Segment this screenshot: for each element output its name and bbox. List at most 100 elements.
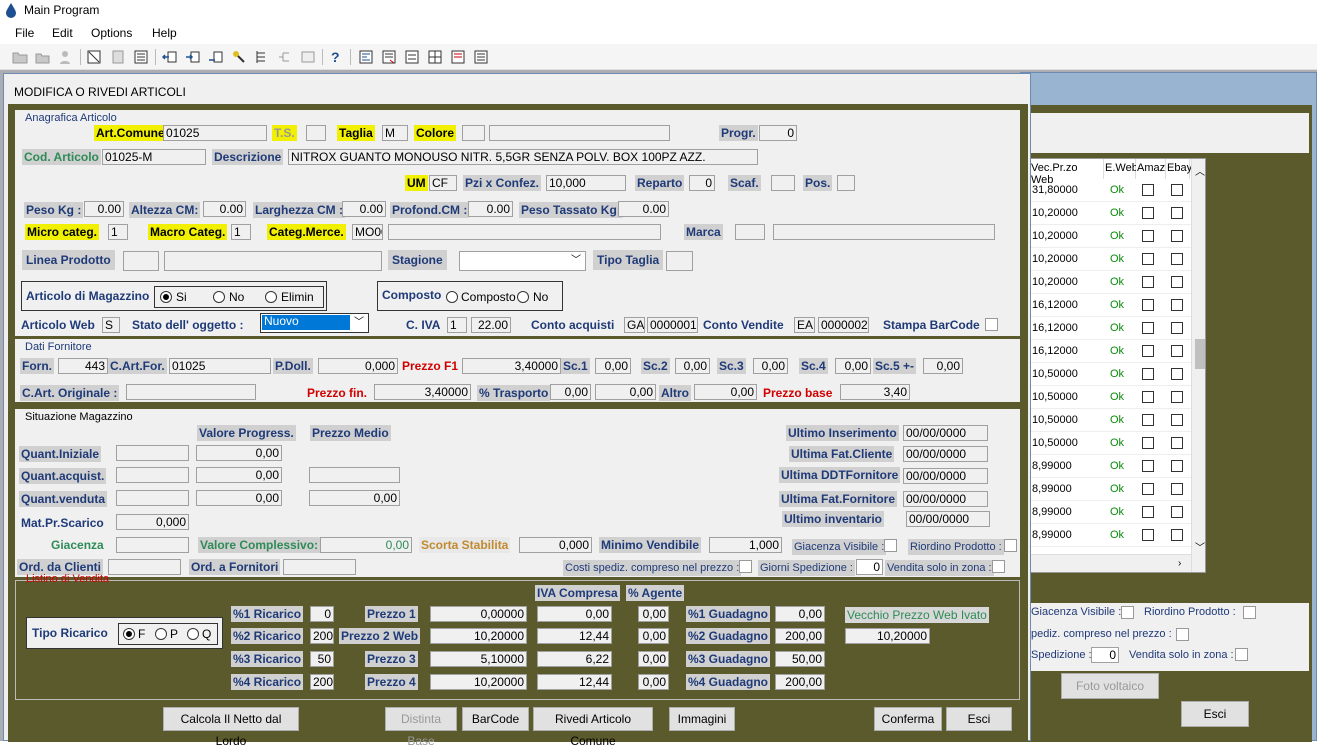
bg-ebay-checkbox[interactable] xyxy=(1171,368,1183,380)
ricarico-input[interactable]: 0 xyxy=(310,606,334,622)
bg-amaz-checkbox[interactable] xyxy=(1142,529,1154,541)
bg-table-row[interactable]: 10,50000 Ok xyxy=(1030,409,1205,432)
help-icon[interactable]: ? xyxy=(331,49,347,65)
stato-oggetto-dropdown[interactable]: Nuovo ﹀ xyxy=(260,313,369,333)
prezzo-input[interactable]: 5,10000 xyxy=(430,651,527,667)
chevron-right-icon[interactable]: › xyxy=(1178,558,1181,569)
scroll-thumb[interactable] xyxy=(1195,339,1205,369)
cart-originale-input[interactable] xyxy=(126,384,256,400)
bg-table-row[interactable]: 31,80000 Ok xyxy=(1030,179,1205,202)
conto-acquisti-code[interactable]: GA xyxy=(624,317,645,333)
conto-acquisti-input[interactable]: 0000001 xyxy=(647,317,698,333)
tipo-taglia-input[interactable] xyxy=(666,251,693,271)
bg-table-row[interactable]: 8,99000 Ok xyxy=(1030,478,1205,501)
quant-venduta-input[interactable] xyxy=(116,490,189,506)
bg-ebay-checkbox[interactable] xyxy=(1171,345,1183,357)
arrow-in-icon[interactable] xyxy=(185,49,201,65)
trasporto-input[interactable]: 0,00 xyxy=(550,384,591,400)
ultima-fat-fornitore-input[interactable]: 00/00/0000 xyxy=(903,491,988,507)
reparto-input[interactable]: 0 xyxy=(689,175,715,191)
magazzino-elimin-radio[interactable] xyxy=(265,291,277,303)
bg-amaz-checkbox[interactable] xyxy=(1142,253,1154,265)
hierarchy-icon[interactable] xyxy=(277,49,293,65)
chevron-up-icon[interactable]: ︿ xyxy=(1195,163,1205,178)
form-icon[interactable] xyxy=(300,49,316,65)
agente-input[interactable]: 0,00 xyxy=(638,651,669,667)
bg-amaz-checkbox[interactable] xyxy=(1142,483,1154,495)
sc3-input[interactable]: 0,00 xyxy=(753,358,788,374)
bg-table-row[interactable]: 8,99000 Ok xyxy=(1030,501,1205,524)
bg-amaz-checkbox[interactable] xyxy=(1142,414,1154,426)
bg-horizontal-scrollbar[interactable]: › xyxy=(1030,554,1191,572)
civa-value-input[interactable]: 22.00 xyxy=(471,317,511,333)
bg-table-row[interactable]: 10,50000 Ok xyxy=(1030,363,1205,386)
prezzo-input[interactable]: 10,20000 xyxy=(430,628,527,644)
quant-acquist-value[interactable]: 0,00 xyxy=(196,467,282,483)
bg-esci-button[interactable]: Esci xyxy=(1181,701,1249,727)
key-icon[interactable] xyxy=(231,49,247,65)
prezzo-fin-input[interactable]: 3,40000 xyxy=(374,384,471,400)
bg-riordino-checkbox[interactable] xyxy=(1243,606,1256,619)
report-table-icon[interactable] xyxy=(427,49,443,65)
guadagno-input[interactable]: 200,00 xyxy=(775,674,825,690)
bg-amaz-checkbox[interactable] xyxy=(1142,299,1154,311)
bg-table-row[interactable]: 16,12000 Ok xyxy=(1030,340,1205,363)
barcode-button[interactable]: BarCode xyxy=(462,707,529,731)
bg-amaz-checkbox[interactable] xyxy=(1142,345,1154,357)
sc5-input[interactable]: 0,00 xyxy=(923,358,963,374)
bg-amaz-checkbox[interactable] xyxy=(1142,437,1154,449)
report-down-icon[interactable] xyxy=(450,49,466,65)
peso-tassato-input[interactable]: 0.00 xyxy=(618,201,669,217)
distinta-base-button[interactable]: Distinta Base xyxy=(385,707,457,748)
bg-amaz-checkbox[interactable] xyxy=(1142,391,1154,403)
linea-code-input[interactable] xyxy=(123,251,159,271)
bg-ebay-checkbox[interactable] xyxy=(1171,437,1183,449)
guadagno-input[interactable]: 200,00 xyxy=(775,628,825,644)
bg-giacenza-checkbox[interactable] xyxy=(1121,606,1134,619)
taglia-input[interactable]: M xyxy=(382,125,408,141)
ricarico-input[interactable]: 50 xyxy=(310,651,334,667)
bg-col-header[interactable]: Ebay xyxy=(1166,159,1192,179)
ultimo-inventario-input[interactable]: 00/00/0000 xyxy=(906,511,990,527)
ricarico-input[interactable]: 200 xyxy=(310,674,334,690)
sc2-input[interactable]: 0,00 xyxy=(675,358,710,374)
quant-acquist-input[interactable] xyxy=(116,467,189,483)
calcola-netto-button[interactable]: Calcola Il Netto dal Lordo xyxy=(163,707,299,748)
ultima-fat-cliente-input[interactable]: 00/00/0000 xyxy=(903,446,988,462)
colore-code-input[interactable] xyxy=(462,125,485,141)
bg-amaz-checkbox[interactable] xyxy=(1142,368,1154,380)
bg-table-row[interactable]: 10,20000 Ok xyxy=(1030,225,1205,248)
pdoll-input[interactable]: 0,000 xyxy=(318,358,398,374)
bg-ebay-checkbox[interactable] xyxy=(1171,184,1183,196)
tipo-p-radio[interactable] xyxy=(155,628,167,640)
rivedi-articolo-button[interactable]: Rivedi Articolo Comune xyxy=(533,707,653,748)
guadagno-input[interactable]: 50,00 xyxy=(775,651,825,667)
report-edit-icon[interactable] xyxy=(381,49,397,65)
forn-input[interactable]: 443 xyxy=(58,358,108,374)
um-input[interactable]: CF xyxy=(429,175,457,191)
bg-table-row[interactable]: 16,12000 Ok xyxy=(1030,294,1205,317)
pzi-confez-input[interactable]: 10,000 xyxy=(546,175,626,191)
ultima-ddt-input[interactable]: 00/00/0000 xyxy=(903,468,988,484)
descrizione-input[interactable]: NITROX GUANTO MONOUSO NITR. 5,5GR SENZA … xyxy=(288,149,758,165)
stampa-barcode-checkbox[interactable] xyxy=(985,318,998,331)
quant-iniziale-input[interactable] xyxy=(116,445,189,461)
conferma-button[interactable]: Conferma xyxy=(874,707,942,731)
bg-col-header[interactable]: Amaz xyxy=(1136,159,1166,179)
bg-amaz-checkbox[interactable] xyxy=(1142,322,1154,334)
categ-merce-input[interactable]: MO00 xyxy=(352,224,383,240)
scorta-stabilita-input[interactable]: 0,000 xyxy=(519,537,592,553)
iva-compresa-input[interactable]: 6,22 xyxy=(537,651,612,667)
bg-amaz-checkbox[interactable] xyxy=(1142,276,1154,288)
marca-desc-input[interactable] xyxy=(773,224,995,240)
bg-ebay-checkbox[interactable] xyxy=(1171,207,1183,219)
bg-ebay-checkbox[interactable] xyxy=(1171,391,1183,403)
bg-table-row[interactable]: 16,12000 Ok xyxy=(1030,317,1205,340)
vecchio-prezzo-input[interactable]: 10,20000 xyxy=(845,628,930,644)
bg-table-row[interactable]: 10,20000 Ok xyxy=(1030,271,1205,294)
agente-input[interactable]: 0,00 xyxy=(638,674,669,690)
ultimo-inserimento-input[interactable]: 00/00/0000 xyxy=(903,425,988,441)
bg-ebay-checkbox[interactable] xyxy=(1171,299,1183,311)
menu-options[interactable]: Options xyxy=(91,26,132,40)
sc4-input[interactable]: 0,00 xyxy=(835,358,871,374)
